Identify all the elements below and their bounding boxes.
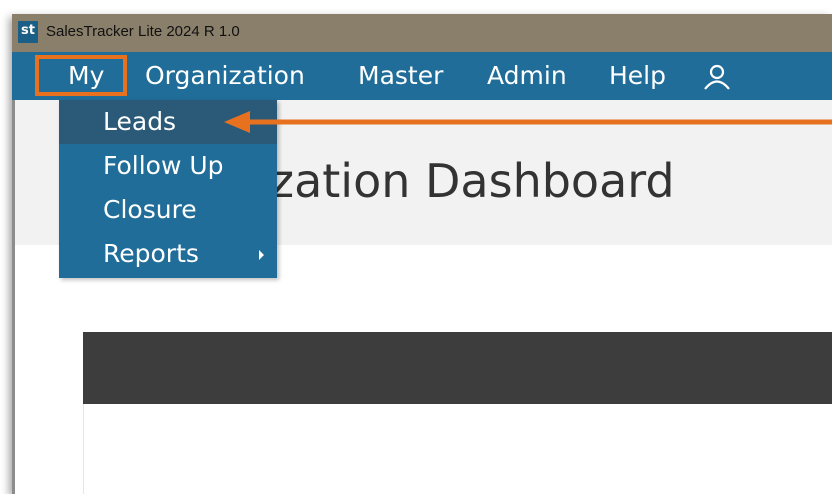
menu-item-reports-label: Reports	[103, 239, 199, 268]
menu-item-follow-up-label: Follow Up	[103, 151, 224, 180]
menu-help[interactable]: Help	[609, 52, 666, 100]
menu-item-leads[interactable]: Leads	[59, 100, 277, 144]
app-logo: st	[18, 21, 38, 43]
menu-master[interactable]: Master	[358, 52, 443, 100]
menu-item-follow-up[interactable]: Follow Up	[59, 144, 277, 188]
menu-organization[interactable]: Organization	[145, 52, 305, 100]
window-title: SalesTracker Lite 2024 R 1.0	[46, 23, 240, 40]
menu-item-closure-label: Closure	[103, 195, 197, 224]
submenu-arrow-icon	[259, 250, 264, 260]
menu-item-closure[interactable]: Closure	[59, 188, 277, 232]
menu-my[interactable]: My	[68, 52, 104, 100]
title-bar[interactable]: st SalesTracker Lite 2024 R 1.0	[12, 14, 832, 52]
menu-item-reports[interactable]: Reports	[59, 232, 277, 276]
app-window: st SalesTracker Lite 2024 R 1.0 My Organ…	[12, 14, 832, 494]
menu-admin[interactable]: Admin	[487, 52, 567, 100]
dashboard-panel-body	[83, 404, 832, 494]
dashboard-panel-header	[83, 332, 832, 404]
my-dropdown-menu: Leads Follow Up Closure Reports	[59, 100, 277, 278]
page-title: nization Dashboard	[228, 154, 675, 208]
menu-bar: My Organization Master Admin Help	[12, 52, 832, 100]
user-icon[interactable]	[702, 64, 732, 90]
menu-item-leads-label: Leads	[103, 107, 177, 136]
